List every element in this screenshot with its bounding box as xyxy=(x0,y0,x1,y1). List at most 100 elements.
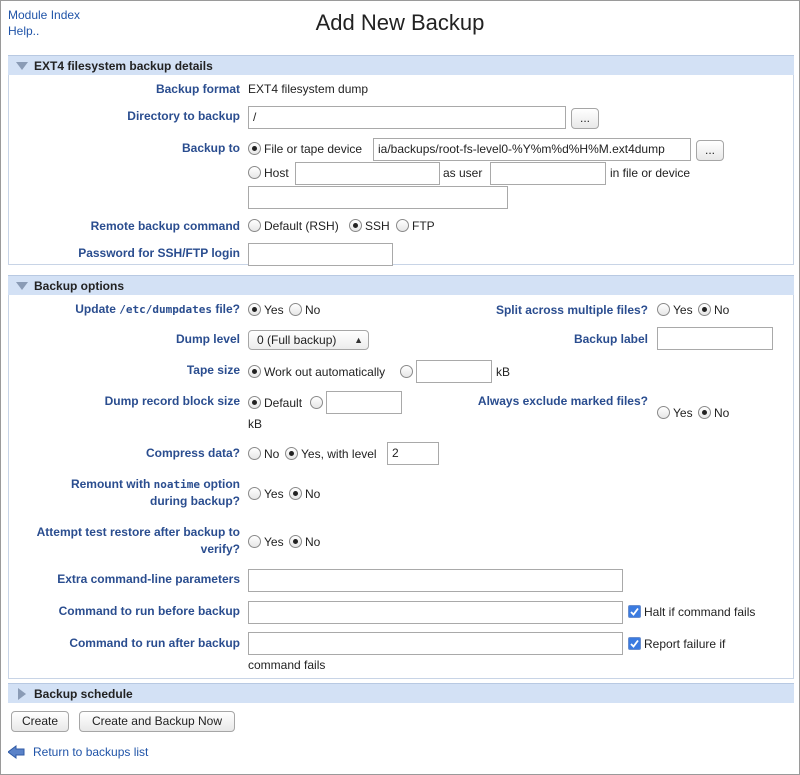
test-restore-no-label: No xyxy=(305,535,321,549)
section-title-options: Backup options xyxy=(34,279,125,293)
report-failure-label: Report failure if xyxy=(644,637,726,651)
remote-ftp-radio[interactable] xyxy=(396,219,409,232)
return-arrow-icon xyxy=(8,745,25,759)
remount-label-line2: during backup? xyxy=(150,494,240,508)
tape-size-label: Tape size xyxy=(186,363,240,377)
checkmark-icon xyxy=(630,607,639,616)
file-device-option-label: File or tape device xyxy=(264,142,363,156)
block-size-radio[interactable] xyxy=(310,396,323,409)
before-command-label: Command to run before backup xyxy=(58,604,240,618)
update-dumpdates-label: Update /etc/dumpdates file? xyxy=(75,302,240,316)
compress-no-label: No xyxy=(264,447,280,461)
section-header-schedule[interactable]: Backup schedule xyxy=(8,683,794,703)
test-restore-yes-label: Yes xyxy=(264,535,284,549)
exclude-yes-label: Yes xyxy=(673,406,693,420)
compress-no-radio[interactable] xyxy=(248,447,261,460)
remount-label-post: option xyxy=(203,477,240,491)
directory-input[interactable]: / xyxy=(248,106,566,129)
compress-level-input[interactable]: 2 xyxy=(387,442,439,465)
remote-default-label: Default (RSH) xyxy=(264,219,339,233)
file-device-input[interactable]: ia/backups/root-fs-level0-%Y%m%d%H%M.ext… xyxy=(373,138,691,161)
remount-no-label: No xyxy=(305,487,321,501)
backup-format-value: EXT4 filesystem dump xyxy=(248,82,369,96)
block-kb-unit: kB xyxy=(248,417,263,431)
compress-label: Compress data? xyxy=(145,446,240,460)
compress-yes-label: Yes, with level xyxy=(301,447,377,461)
remount-no-radio[interactable] xyxy=(289,487,302,500)
create-and-backup-button[interactable]: Create and Backup Now xyxy=(79,711,235,732)
update-yes-radio[interactable] xyxy=(248,303,261,316)
test-restore-line1: Attempt test restore after backup to xyxy=(36,525,240,539)
split-yes-label: Yes xyxy=(673,303,693,317)
halt-if-fails-checkbox[interactable] xyxy=(628,605,641,618)
host-option-label: Host xyxy=(264,166,289,180)
file-browse-button[interactable]: ... xyxy=(696,140,724,161)
remount-yes-radio[interactable] xyxy=(248,487,261,500)
remote-ftp-label: FTP xyxy=(412,219,435,233)
report-failure-checkbox[interactable] xyxy=(628,637,641,650)
create-button[interactable]: Create xyxy=(11,711,69,732)
remote-ssh-radio[interactable] xyxy=(349,219,362,232)
extra-params-label: Extra command-line parameters xyxy=(57,572,240,586)
exclude-no-label: No xyxy=(714,406,730,420)
after-command-label: Command to run after backup xyxy=(69,636,240,650)
block-default-label: Default xyxy=(264,396,303,410)
test-restore-no-radio[interactable] xyxy=(289,535,302,548)
command-fails-label: command fails xyxy=(248,658,326,672)
section-title-details: EXT4 filesystem backup details xyxy=(34,59,213,73)
select-arrows-icon: ▲ xyxy=(354,335,363,345)
directory-label: Directory to backup xyxy=(127,109,240,123)
test-restore-yes-radio[interactable] xyxy=(248,535,261,548)
directory-browse-button[interactable]: ... xyxy=(571,108,599,129)
before-command-input[interactable] xyxy=(248,601,623,624)
tape-size-radio[interactable] xyxy=(400,365,413,378)
exclude-marked-label: Always exclude marked files? xyxy=(477,394,648,408)
remote-file-input[interactable] xyxy=(248,186,508,209)
update-yes-label: Yes xyxy=(264,303,284,317)
password-label: Password for SSH/FTP login xyxy=(78,246,240,260)
tape-auto-radio[interactable] xyxy=(248,365,261,378)
page-title: Add New Backup xyxy=(315,10,485,35)
split-yes-radio[interactable] xyxy=(657,303,670,316)
exclude-no-radio[interactable] xyxy=(698,406,711,419)
expand-triangle-icon xyxy=(18,688,26,700)
update-no-radio[interactable] xyxy=(289,303,302,316)
host-input[interactable] xyxy=(295,162,440,185)
after-command-input[interactable] xyxy=(248,632,623,655)
record-block-label: Dump record block size xyxy=(104,394,240,408)
remote-ssh-label: SSH xyxy=(365,219,390,233)
split-no-radio[interactable] xyxy=(698,303,711,316)
collapse-triangle-icon xyxy=(16,62,28,70)
remount-label-pre: Remount with xyxy=(70,477,151,491)
remount-noatime-label: Remount with noatime option during backu… xyxy=(10,476,240,510)
update-no-label: No xyxy=(305,303,321,317)
dump-level-select[interactable]: 0 (Full backup) ▲ xyxy=(248,330,369,350)
test-restore-label: Attempt test restore after backup to ver… xyxy=(0,524,240,558)
section-header-options[interactable]: Backup options xyxy=(8,275,794,295)
section-header-details[interactable]: EXT4 filesystem backup details xyxy=(8,55,794,75)
extra-params-input[interactable] xyxy=(248,569,623,592)
block-default-radio[interactable] xyxy=(248,396,261,409)
update-label-post: file? xyxy=(215,302,240,316)
host-radio[interactable] xyxy=(248,166,261,179)
exclude-yes-radio[interactable] xyxy=(657,406,670,419)
user-input[interactable] xyxy=(490,162,606,185)
collapse-triangle-icon xyxy=(16,282,28,290)
file-device-radio[interactable] xyxy=(248,142,261,155)
in-file-label: in file or device xyxy=(610,166,691,180)
tape-auto-label: Work out automatically xyxy=(264,365,386,379)
backup-to-label: Backup to xyxy=(181,141,240,155)
return-to-backups-link[interactable]: Return to backups list xyxy=(33,745,148,759)
password-input[interactable] xyxy=(248,243,393,266)
tape-kb-unit: kB xyxy=(496,365,511,379)
remote-default-radio[interactable] xyxy=(248,219,261,232)
tape-size-input[interactable] xyxy=(416,360,492,383)
backup-label-label: Backup label xyxy=(573,332,648,346)
section-title-schedule: Backup schedule xyxy=(34,687,133,701)
as-user-label: as user xyxy=(443,166,483,180)
backup-format-label: Backup format xyxy=(155,82,240,96)
block-size-input[interactable] xyxy=(326,391,402,414)
test-restore-line2: verify? xyxy=(200,542,240,556)
compress-yes-radio[interactable] xyxy=(285,447,298,460)
backup-label-input[interactable] xyxy=(657,327,773,350)
